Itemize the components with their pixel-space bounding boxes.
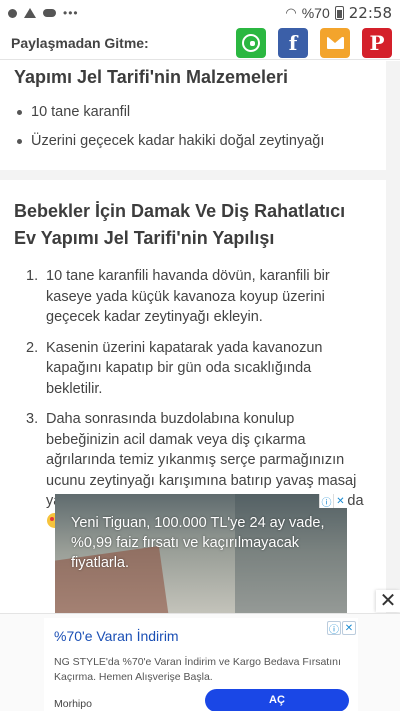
info-icon[interactable]: ⓘ — [319, 494, 333, 509]
ad-open-button[interactable]: AÇ — [205, 689, 349, 711]
bottom-banner-ad: ⓘ ✕ %70'e Varan İndirim NG STYLE'da %70'… — [0, 613, 400, 711]
recipe-step: 2. Kasenin üzerini kapatarak yada kavano… — [14, 338, 372, 400]
more-notifications-icon: ••• — [63, 6, 79, 20]
ad-choices[interactable]: ⓘ ✕ — [327, 621, 356, 636]
app-notification-icon — [8, 8, 17, 18]
wifi-icon: ◠ — [285, 5, 297, 20]
close-icon[interactable]: ✕ — [333, 494, 347, 508]
mountain-icon — [24, 8, 36, 18]
whatsapp-share-button[interactable] — [236, 27, 266, 58]
ingredients-section: Yapımı Jel Tarifi'nin Malzemeleri 10 tan… — [0, 61, 386, 170]
ingredients-list: 10 tane karanfil Üzerini geçecek kadar h… — [14, 102, 372, 151]
cloud-icon — [43, 9, 56, 17]
banner-close-strip: ✕ — [0, 590, 400, 612]
recipe-step: 1. 10 tane karanfili havanda dövün, kara… — [14, 266, 372, 328]
recipe-title: Bebekler İçin Damak Ve Diş Rahatlatıcı E… — [14, 201, 346, 248]
ad-choices[interactable]: ⓘ ✕ — [319, 494, 347, 509]
facebook-icon: f — [288, 30, 298, 55]
status-bar: ••• ◠ %70 22:58 — [0, 0, 400, 26]
step-number: 3. — [26, 411, 39, 427]
facebook-share-button[interactable]: f — [278, 27, 308, 58]
battery-percent: %70 — [301, 5, 330, 21]
bottom-ad-card[interactable]: ⓘ ✕ %70'e Varan İndirim NG STYLE'da %70'… — [44, 618, 358, 711]
step-text: Kasenin üzerini kapatarak yada kavanozun… — [46, 339, 323, 397]
mail-share-button[interactable] — [320, 27, 350, 58]
ad-description: NG STYLE'da %70'e Varan İndirim ve Kargo… — [54, 656, 341, 683]
battery-icon — [334, 6, 344, 20]
status-icons-left: ••• — [8, 6, 79, 20]
list-item: 10 tane karanfil — [14, 102, 372, 122]
step-number: 2. — [26, 339, 39, 356]
ad-headline: Yeni Tiguan, 100.000 TL'ye 24 ay vade, %… — [71, 515, 325, 571]
whatsapp-icon — [242, 33, 260, 52]
mail-icon — [326, 36, 344, 49]
share-label: Paylaşmadan Gitme: — [11, 34, 149, 51]
pinterest-share-button[interactable]: P — [362, 27, 392, 58]
step-text: 10 tane karanfili havanda dövün, karanfi… — [46, 268, 330, 325]
ad-title[interactable]: %70'e Varan İndirim — [54, 628, 179, 644]
ingredients-title: Yapımı Jel Tarifi'nin Malzemeleri — [14, 67, 289, 87]
article-content: Yapımı Jel Tarifi'nin Malzemeleri 10 tan… — [0, 61, 400, 640]
banner-close-button[interactable]: ✕ — [376, 590, 400, 612]
status-icons-right: ◠ %70 22:58 — [285, 4, 392, 22]
ad-brand: Morhipo — [54, 698, 92, 710]
pinterest-icon: P — [369, 30, 385, 55]
share-bar: Paylaşmadan Gitme: f P — [0, 26, 400, 60]
info-icon[interactable]: ⓘ — [327, 621, 341, 636]
step-number: 1. — [26, 268, 39, 284]
list-item: Üzerini geçecek kadar hakiki doğal zeyti… — [14, 131, 372, 151]
close-icon[interactable]: ✕ — [342, 621, 356, 635]
recipe-steps: 1. 10 tane karanfili havanda dövün, kara… — [14, 266, 372, 532]
clock: 22:58 — [348, 4, 392, 22]
